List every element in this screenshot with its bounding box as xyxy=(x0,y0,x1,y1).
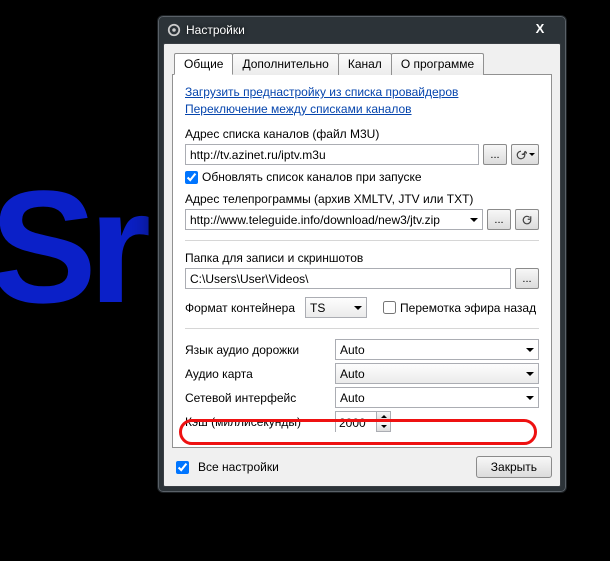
rewind-label: Перемотка эфира назад xyxy=(400,301,536,315)
cache-label: Кэш (миллисекунды) xyxy=(185,415,335,429)
titlebar: Настройки X xyxy=(163,21,561,43)
audio-track-select[interactable]: Auto xyxy=(335,339,539,360)
refresh-icon xyxy=(521,214,533,226)
cache-spin-down[interactable] xyxy=(377,422,390,431)
tab-about[interactable]: О программе xyxy=(391,53,484,75)
refresh-icon xyxy=(515,149,527,161)
update-on-start-checkbox[interactable] xyxy=(185,171,198,184)
epg-url-combo[interactable]: http://www.teleguide.info/download/new3/… xyxy=(185,209,483,230)
container-format-value: TS xyxy=(310,301,325,315)
tab-panel: Загрузить преднастройку из списка провай… xyxy=(172,74,552,448)
link-switch-lists[interactable]: Переключение между списками каналов xyxy=(185,102,412,116)
link-load-preset[interactable]: Загрузить преднастройку из списка провай… xyxy=(185,85,458,99)
audio-card-label: Аудио карта xyxy=(185,367,335,381)
close-dialog-button[interactable]: Закрыть xyxy=(476,456,552,478)
chevron-down-icon xyxy=(354,306,362,310)
rewind-checkbox[interactable] xyxy=(383,301,396,314)
all-settings-checkbox[interactable] xyxy=(176,461,189,474)
channels-refresh-button[interactable] xyxy=(511,144,539,165)
channels-url-label: Адрес списка каналов (файл M3U) xyxy=(185,127,539,141)
cache-input[interactable] xyxy=(336,412,376,433)
channels-url-input[interactable] xyxy=(185,144,479,165)
channels-browse-button[interactable]: ... xyxy=(483,144,507,165)
window-title: Настройки xyxy=(186,23,523,37)
cache-spinner[interactable] xyxy=(335,411,391,432)
network-interface-select[interactable]: Auto xyxy=(335,387,539,408)
background-watermark: Sr xyxy=(0,155,143,339)
folder-browse-button[interactable]: ... xyxy=(515,268,539,289)
chevron-down-icon xyxy=(526,348,534,352)
epg-refresh-button[interactable] xyxy=(515,209,539,230)
tab-channel[interactable]: Канал xyxy=(338,53,392,75)
audio-track-label: Язык аудио дорожки xyxy=(185,343,335,357)
network-interface-label: Сетевой интерфейс xyxy=(185,391,335,405)
chevron-down-icon xyxy=(526,396,534,400)
cache-spin-up[interactable] xyxy=(377,412,390,422)
folder-input[interactable] xyxy=(185,268,511,289)
client-area: Общие Дополнительно Канал О программе За… xyxy=(163,43,561,487)
audio-card-value: Auto xyxy=(340,367,365,381)
tab-strip: Общие Дополнительно Канал О программе xyxy=(172,53,552,75)
update-on-start-label: Обновлять список каналов при запуске xyxy=(202,170,422,184)
network-interface-value: Auto xyxy=(340,391,365,405)
container-format-select[interactable]: TS xyxy=(305,297,367,318)
audio-card-select[interactable]: Auto xyxy=(335,363,539,384)
epg-browse-button[interactable]: ... xyxy=(487,209,511,230)
all-settings-label: Все настройки xyxy=(198,460,279,474)
audio-track-value: Auto xyxy=(340,343,365,357)
chevron-down-icon xyxy=(470,218,478,222)
chevron-down-icon xyxy=(526,372,534,376)
tab-advanced[interactable]: Дополнительно xyxy=(232,53,338,75)
epg-url-label: Адрес телепрограммы (архив XMLTV, JTV ил… xyxy=(185,192,539,206)
gear-icon xyxy=(167,23,181,37)
settings-window: Настройки X Общие Дополнительно Канал О … xyxy=(157,15,567,493)
folder-label: Папка для записи и скриншотов xyxy=(185,251,539,265)
epg-url-value: http://www.teleguide.info/download/new3/… xyxy=(190,213,440,227)
tab-general[interactable]: Общие xyxy=(174,53,233,75)
footer: Все настройки Закрыть xyxy=(172,456,552,478)
container-format-label: Формат контейнера xyxy=(185,301,295,315)
close-button[interactable]: X xyxy=(523,22,557,38)
